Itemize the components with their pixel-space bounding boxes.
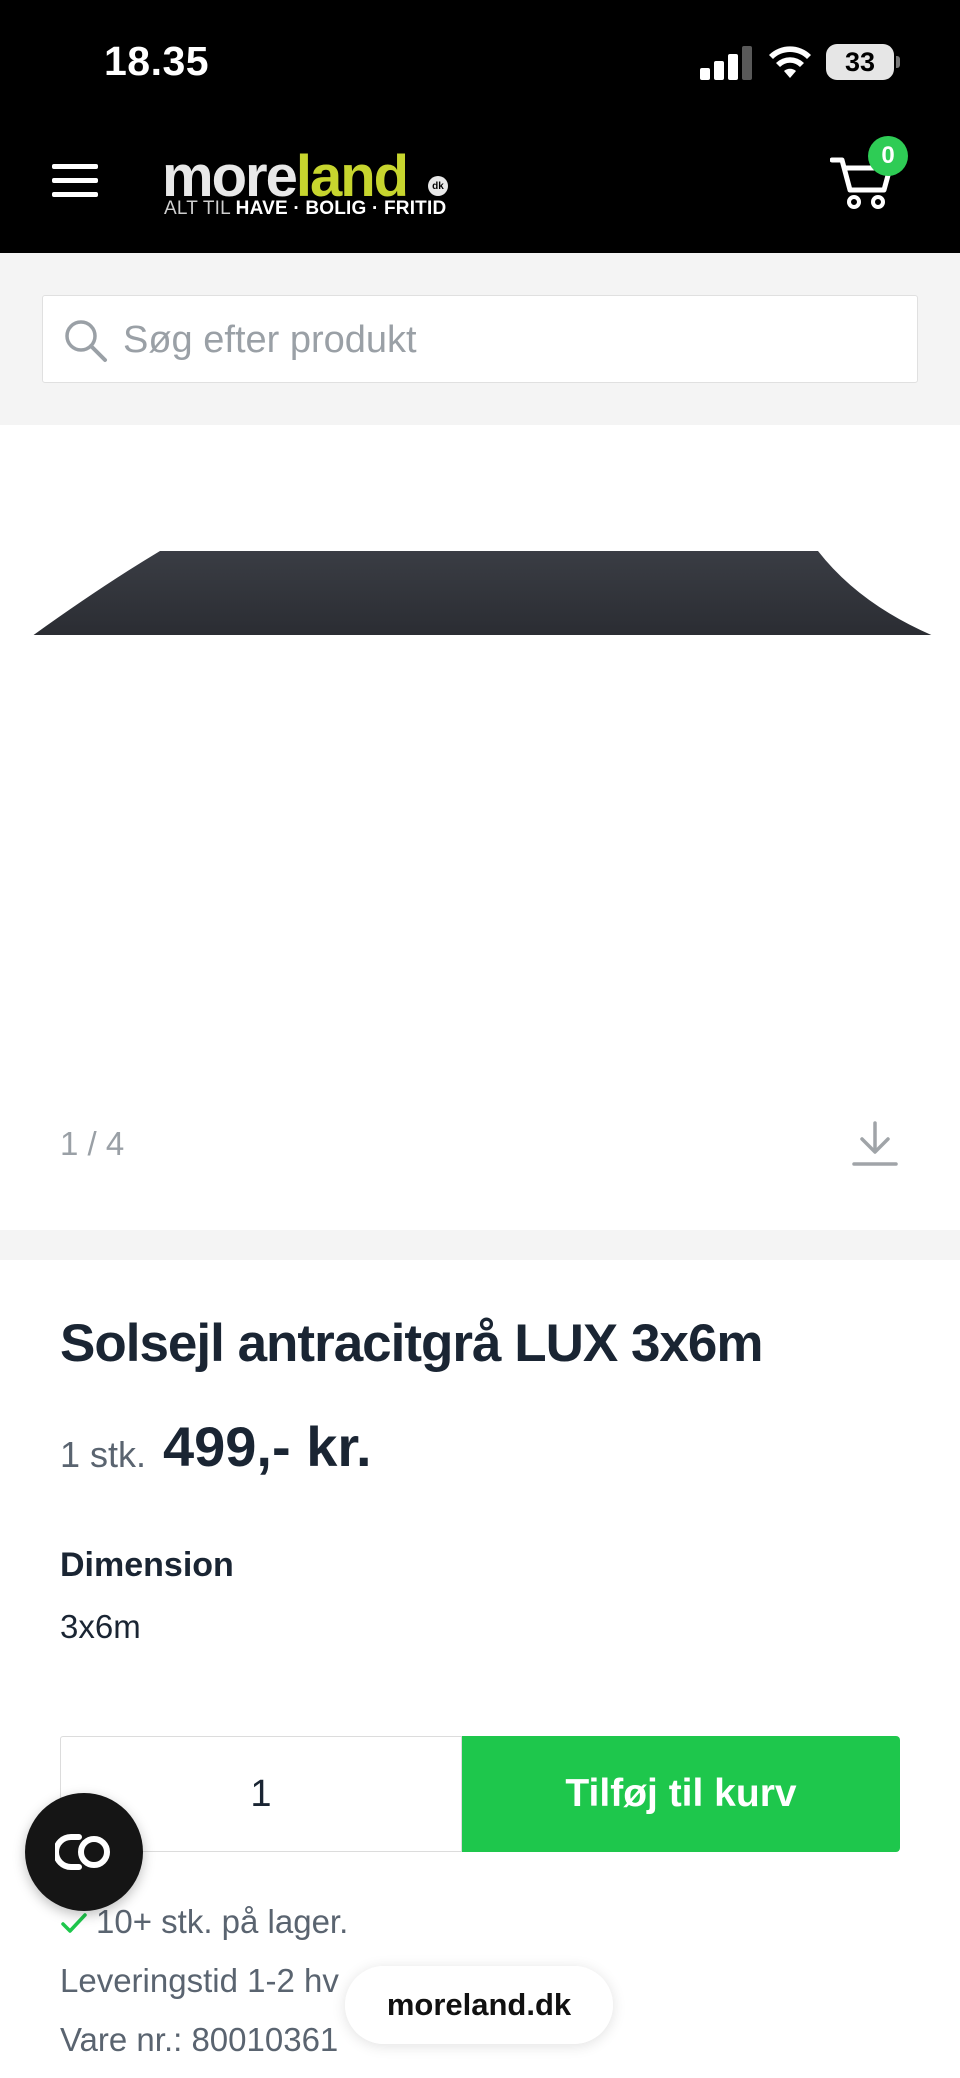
product-gallery[interactable]: 1 / 4 [0, 425, 960, 1230]
browser-url-pill[interactable]: moreland.dk [345, 1966, 613, 2044]
logo-dk-badge: dk [428, 176, 448, 196]
dimension-label: Dimension [60, 1546, 234, 1584]
dimension-value: 3x6m [60, 1608, 141, 1645]
download-icon[interactable] [850, 1119, 900, 1169]
chat-widget-button[interactable] [25, 1793, 143, 1911]
product-price: 499,- kr. [163, 1415, 372, 1478]
product-title: Solsejl antracitgrå LUX 3x6m [60, 1314, 764, 1373]
wifi-icon [769, 46, 811, 78]
hamburger-menu-icon[interactable] [52, 160, 100, 200]
search-section [0, 253, 960, 425]
battery-cap [896, 56, 900, 68]
search-icon [65, 320, 107, 362]
search-box[interactable] [42, 295, 918, 384]
add-to-cart-button[interactable]: Tilføj til kurv [462, 1736, 900, 1852]
battery-icon: 33 [826, 44, 894, 80]
status-time: 18.35 [104, 38, 210, 84]
cellular-signal-icon [700, 46, 752, 80]
stock-status: 10+ stk. på lager. [60, 1903, 348, 1941]
moreland-logo[interactable]: moreland dk ALT TIL HAVE · BOLIG · FRITI… [162, 148, 462, 228]
cart-count-badge: 0 [868, 136, 908, 176]
header-bar: 18.35 33 moreland dk ALT TIL HAVE · BOLI… [0, 0, 960, 253]
price-unit: 1 stk. [60, 1434, 147, 1475]
product-image-sun-sail[interactable] [0, 515, 960, 635]
delivery-time: Leveringstid 1-2 hv [60, 1962, 339, 1999]
product-sku: Vare nr.: 80010361 [60, 2021, 339, 2058]
stock-text: 10+ stk. på lager. [96, 1903, 349, 1940]
gallery-pager: 1 / 4 [60, 1125, 125, 1162]
chat-widget-icon [55, 1834, 110, 1870]
check-icon [61, 1913, 87, 1933]
search-input[interactable] [121, 296, 905, 384]
logo-tagline: ALT TIL HAVE · BOLIG · FRITID [164, 198, 447, 219]
section-divider [0, 1230, 960, 1260]
